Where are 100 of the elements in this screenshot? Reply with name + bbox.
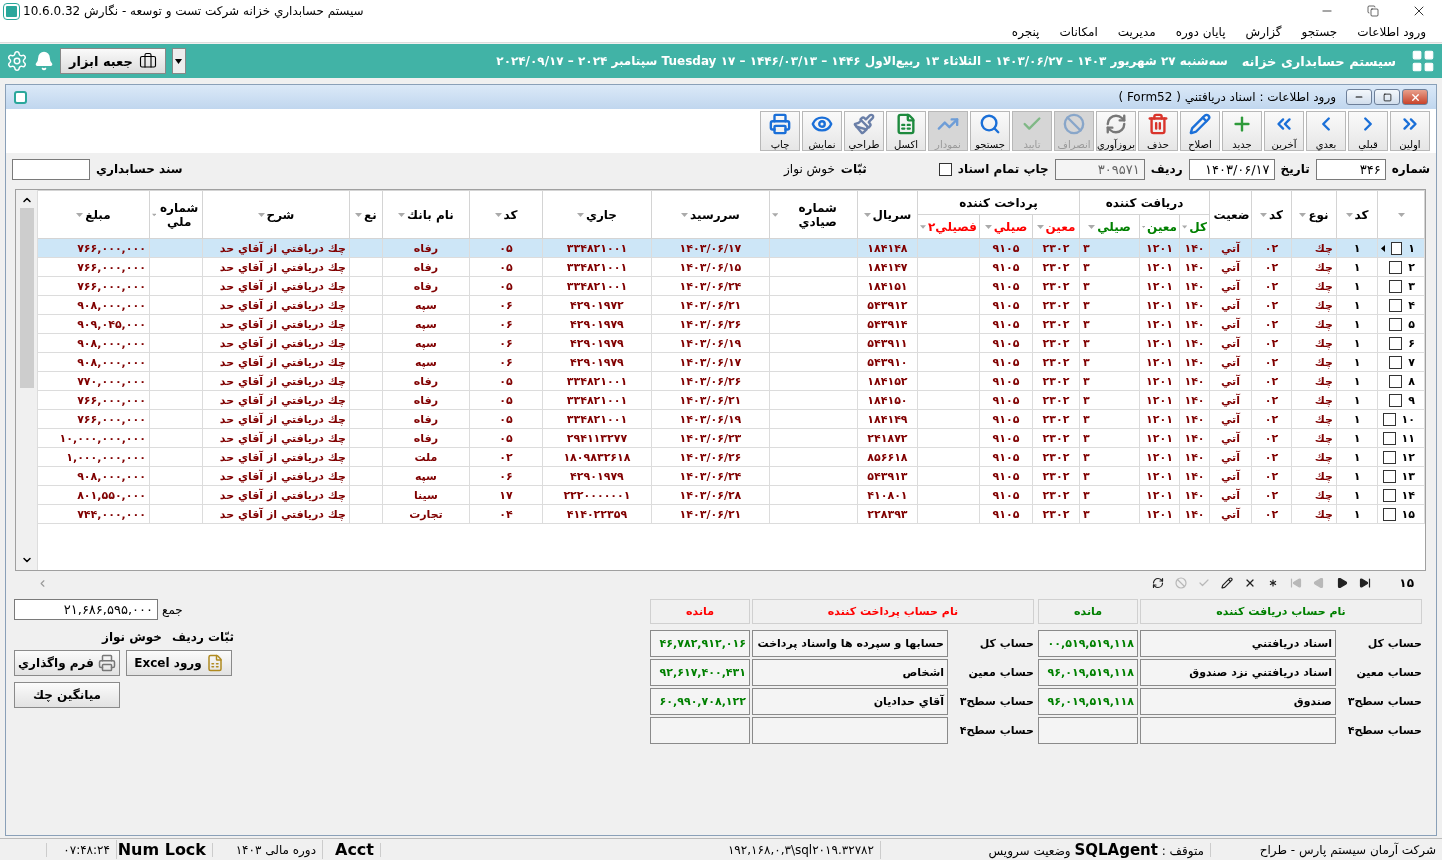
table-cell: ۰۴ [469,504,543,524]
settings-icon[interactable] [6,50,28,72]
toolbar-button[interactable]: طراحي [844,111,884,151]
table-cell: ۱۷ [469,485,543,505]
checkbox[interactable] [1382,412,1396,426]
voucher-field[interactable] [12,158,90,180]
menu-item[interactable]: پنجره [1001,25,1050,39]
toolbar-button[interactable]: اولين [1390,111,1430,151]
status-text: Num Lock [116,840,212,859]
vertical-scrollbar[interactable] [16,190,38,570]
table-cell: ۰۵ [469,276,543,296]
panel-button[interactable]: فرم واگذاري [14,650,120,676]
menu-item[interactable]: پايان دوره [1165,25,1236,39]
eye-icon [811,113,833,135]
status-text: دوره مالی ۱۴۰۳ [212,842,322,857]
table-cell: ۵۴۳۹۱۳ [857,466,918,486]
scrollbar-thumb[interactable] [19,208,34,388]
toolbox-button[interactable]: جعبه ابزار [60,48,166,74]
checkbox[interactable] [1382,469,1396,483]
grid-icon[interactable] [1410,48,1436,74]
dropdown-arrow-icon [1182,224,1188,229]
toolbar-button[interactable]: حذف [1138,111,1178,151]
table-cell: ۱۴۰۳/۰۶/۲۳ [651,428,770,448]
table-cell: ۱۴۰۳/۰۶/۲۱ [651,295,770,315]
column-header: شماره صيادي [797,200,838,229]
toolbar-button[interactable]: قبلي [1348,111,1388,151]
account-label: حساب كل [978,636,1034,652]
row-number: ۶ [1408,336,1415,350]
table-cell: ۱۲۰۱ [1139,371,1180,391]
table-cell: ۳ [1079,485,1140,505]
dropdown-button[interactable] [171,48,186,74]
toolbar-button[interactable]: بعدي [1306,111,1346,151]
table-cell: ۲۳۰۲ [1032,504,1080,524]
checkbox[interactable] [1389,336,1403,350]
panel-button[interactable]: ورود Excel [126,650,232,676]
table-cell: ۰۲ [1251,276,1292,296]
maximize-button[interactable] [1374,89,1400,105]
toolbar-button[interactable]: آخرين [1264,111,1304,151]
toolbar-button[interactable]: نمايش [802,111,842,151]
checkbox[interactable] [1382,507,1396,521]
panel-button[interactable]: ميانگين چك [14,682,120,708]
toolbar-button[interactable]: بروزآوري [1096,111,1136,151]
menu-item[interactable]: جستجو [1291,25,1348,39]
table-cell: ۱۲۰۱ [1139,257,1180,277]
nav-button[interactable] [1151,576,1166,590]
row-number: ۱۳ [1401,469,1415,483]
account-label: حساب سطح۴ [1346,723,1422,739]
table-cell: ۲۳۰۲ [1032,390,1080,410]
dropdown-arrow-icon [494,212,502,217]
table-cell: ۲۳۰۲ [1032,447,1080,467]
checkbox[interactable] [1389,355,1403,369]
checkbox[interactable] [1382,431,1396,445]
table-cell: ۱۴۰۳/۰۶/۲۱ [651,504,770,524]
checkbox[interactable] [938,162,952,176]
table-cell: ۰۵ [469,371,543,391]
checkbox[interactable] [1389,279,1403,293]
table-cell: ۳ [1079,371,1140,391]
column-header: جاري [585,207,617,222]
menu-item[interactable]: ورود اطلاعات [1347,25,1436,39]
row-number: ۹ [1408,393,1415,407]
record-count: ۱۵ [1399,576,1414,590]
table-cell: ۱ [1336,352,1378,372]
dropdown-arrow-icon [76,212,84,217]
panel-heading: نام حساب دريافت كننده [1140,599,1422,624]
paintbrush-icon [853,113,875,135]
search-icon [979,113,1001,135]
table-cell: ۳ [1079,466,1140,486]
checkbox[interactable] [1389,393,1403,407]
checkbox[interactable] [1389,374,1403,388]
current-row-icon [1381,243,1386,253]
checkbox[interactable] [1389,260,1403,274]
toolbar-button[interactable]: جستجو [970,111,1010,151]
bell-icon[interactable] [34,51,54,71]
nav-button[interactable] [1220,576,1235,590]
table-cell: ۴۱۴۰۲۲۳۵۹ [542,504,652,524]
menu-item[interactable]: گزارش [1235,25,1292,39]
checkbox[interactable] [1382,488,1396,502]
table-cell: ۱۴۰۳/۰۶/۲۸ [651,485,770,505]
checkbox[interactable] [1389,298,1403,312]
table-cell: تجارت [382,504,470,524]
checkbox[interactable] [1382,450,1396,464]
toolbar-button[interactable]: اكسل [886,111,926,151]
status-text: Acct [322,840,380,859]
table-cell: ۱۴۰ [1179,257,1210,277]
nav-button[interactable] [1335,576,1350,590]
nav-button[interactable] [1358,576,1373,590]
menu-item[interactable]: مديريت [1107,25,1166,39]
number-field[interactable]: ۳۴۶ [1315,158,1386,180]
toolbar-button[interactable]: اصلاح [1180,111,1220,151]
date-field[interactable]: ۱۴۰۳/۰۶/۱۷ [1188,158,1275,180]
table-cell: ۰۵ [469,428,543,448]
toolbar-button[interactable]: جديد [1222,111,1262,151]
toolbar-button[interactable]: چاپ [760,111,800,151]
checkbox[interactable] [1389,317,1403,331]
minimize-button[interactable] [1346,89,1372,105]
table-cell: ۴۲۹۰۱۹۷۹ [542,352,652,372]
checkbox[interactable] [1391,241,1403,255]
close-button[interactable] [1402,89,1428,105]
menu-item[interactable]: امكانات [1049,25,1108,39]
balance-field: ۶۰,۹۹۰,۷۰۸,۱۲۲ [650,688,750,715]
